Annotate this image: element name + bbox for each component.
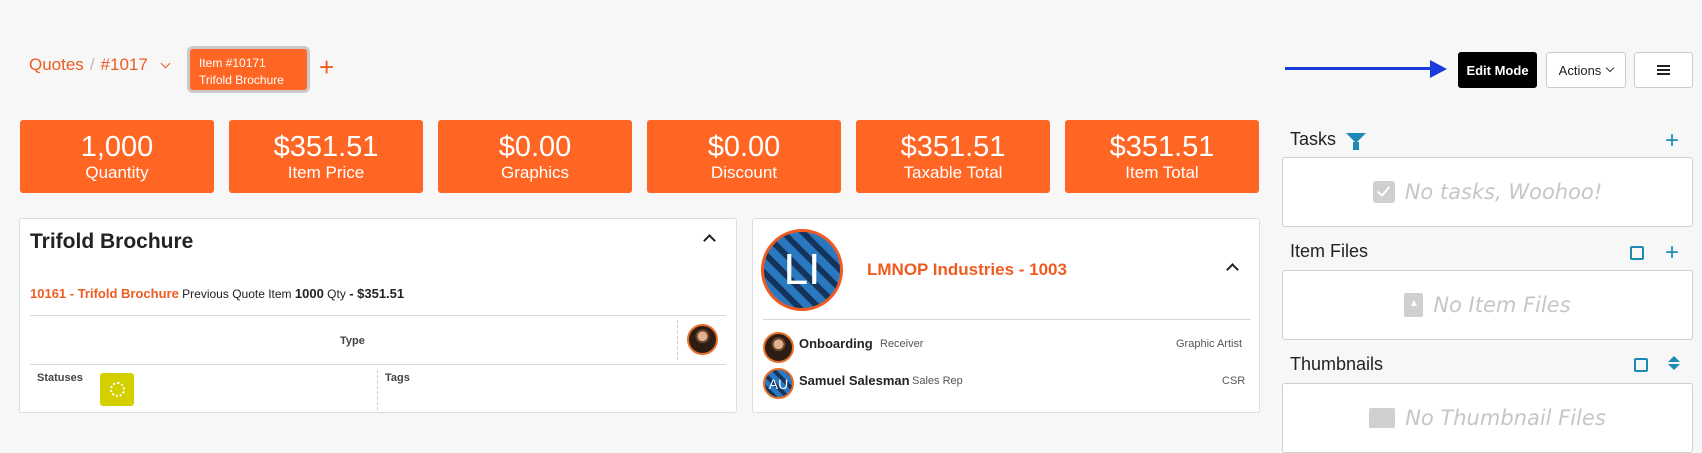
thumbnails-empty-state: No Thumbnail Files	[1282, 383, 1693, 453]
previous-item-link[interactable]: 10161 - Trifold Brochure	[30, 286, 179, 301]
company-name-link[interactable]: LMNOP Industries - 1003	[867, 260, 1067, 280]
tags-label: Tags	[385, 372, 410, 384]
stat-value: $0.00	[498, 131, 572, 163]
image-icon	[1369, 408, 1396, 428]
stat-label: Discount	[710, 163, 778, 182]
previous-item-qty: 1000	[294, 286, 324, 301]
status-badge[interactable]	[100, 373, 134, 406]
qty-label: Qty	[327, 287, 346, 301]
select-checkbox[interactable]	[1630, 246, 1644, 260]
files-empty-state: No Item Files	[1282, 270, 1693, 340]
contact-role: Sales Rep	[912, 375, 963, 387]
hamburger-icon	[1657, 69, 1670, 71]
divider	[30, 364, 726, 365]
contact-title: CSR	[1222, 375, 1246, 387]
actions-dropdown-button[interactable]: Actions	[1546, 52, 1626, 88]
stat-value: $351.51	[900, 131, 1006, 163]
stat-value: $351.51	[1109, 131, 1215, 163]
edit-mode-button[interactable]: Edit Mode	[1458, 52, 1537, 88]
dashed-divider	[677, 320, 678, 360]
contact-name[interactable]: Samuel Salesman	[799, 373, 910, 388]
stat-label: Quantity	[85, 163, 149, 182]
stat-value: $351.51	[273, 131, 379, 163]
chevron-down-icon[interactable]	[160, 58, 171, 68]
contact-title: Graphic Artist	[1176, 338, 1243, 350]
stat-card-quantity: 1,000 Quantity	[20, 120, 214, 193]
stat-card-discount: $0.00 Discount	[647, 120, 841, 193]
add-item-plus-icon[interactable]: +	[319, 54, 334, 80]
add-task-plus-icon[interactable]: +	[1665, 129, 1679, 153]
menu-button[interactable]	[1634, 52, 1693, 88]
type-label: Type	[340, 335, 365, 347]
previous-item-price: - $351.51	[349, 286, 405, 301]
chevron-down-icon	[1606, 63, 1615, 73]
item-card-title: Trifold Brochure	[30, 230, 194, 253]
file-upload-icon	[1404, 293, 1424, 317]
company-avatar: LI	[761, 229, 843, 311]
filter-icon[interactable]	[1346, 133, 1366, 150]
stat-card-item-total: $351.51 Item Total	[1065, 120, 1259, 193]
dashed-divider	[377, 370, 378, 410]
stat-label: Item Price	[287, 163, 365, 182]
stat-label: Taxable Total	[903, 163, 1003, 182]
breadcrumb: Quotes / #1017	[29, 55, 171, 75]
contact-avatar: AU	[763, 368, 794, 399]
stat-label: Item Total	[1125, 163, 1199, 182]
assignee-avatar[interactable]	[687, 324, 718, 355]
stat-label: Graphics	[500, 163, 570, 182]
item-tab-name: Trifold Brochure	[199, 73, 284, 87]
tasks-empty-state: No tasks, Woohoo!	[1282, 157, 1693, 227]
tasks-empty-text: No tasks, Woohoo!	[1404, 180, 1603, 204]
stat-card-graphics: $0.00 Graphics	[438, 120, 632, 193]
stat-card-taxable-total: $351.51 Taxable Total	[856, 120, 1050, 193]
breadcrumb-quote-number[interactable]: #1017	[101, 55, 148, 75]
actions-label: Actions	[1558, 62, 1602, 78]
pointer-arrow-line	[1285, 67, 1433, 70]
stat-value: $0.00	[707, 131, 781, 163]
breadcrumb-quotes-link[interactable]: Quotes	[29, 55, 84, 75]
thumbnails-empty-text: No Thumbnail Files	[1405, 406, 1606, 430]
stat-value: 1,000	[80, 131, 154, 163]
select-checkbox[interactable]	[1634, 358, 1648, 372]
statuses-label: Statuses	[37, 372, 83, 384]
sort-icon[interactable]	[1668, 356, 1680, 370]
spinner-icon	[109, 382, 125, 397]
breadcrumb-separator: /	[89, 55, 95, 74]
files-empty-text: No Item Files	[1433, 293, 1571, 317]
contact-role: Receiver	[880, 338, 924, 350]
divider	[30, 315, 726, 316]
item-files-title: Item Files	[1290, 241, 1369, 261]
contact-avatar	[763, 332, 794, 363]
previous-item-label: Previous Quote Item	[182, 287, 292, 301]
pointer-arrow-icon	[1430, 60, 1447, 78]
stat-card-item-price: $351.51 Item Price	[229, 120, 423, 193]
divider	[763, 319, 1251, 320]
add-file-plus-icon[interactable]: +	[1665, 241, 1679, 265]
tasks-title: Tasks	[1290, 129, 1337, 149]
previous-item-line: 10161 - Trifold Brochure Previous Quote …	[30, 286, 404, 301]
item-tab-number: Item #10171	[199, 56, 266, 70]
check-square-icon	[1372, 181, 1395, 203]
thumbnails-title: Thumbnails	[1290, 354, 1384, 374]
contact-name[interactable]: Onboarding	[799, 336, 873, 351]
item-tab[interactable]: Item #10171 Trifold Brochure	[187, 46, 310, 93]
